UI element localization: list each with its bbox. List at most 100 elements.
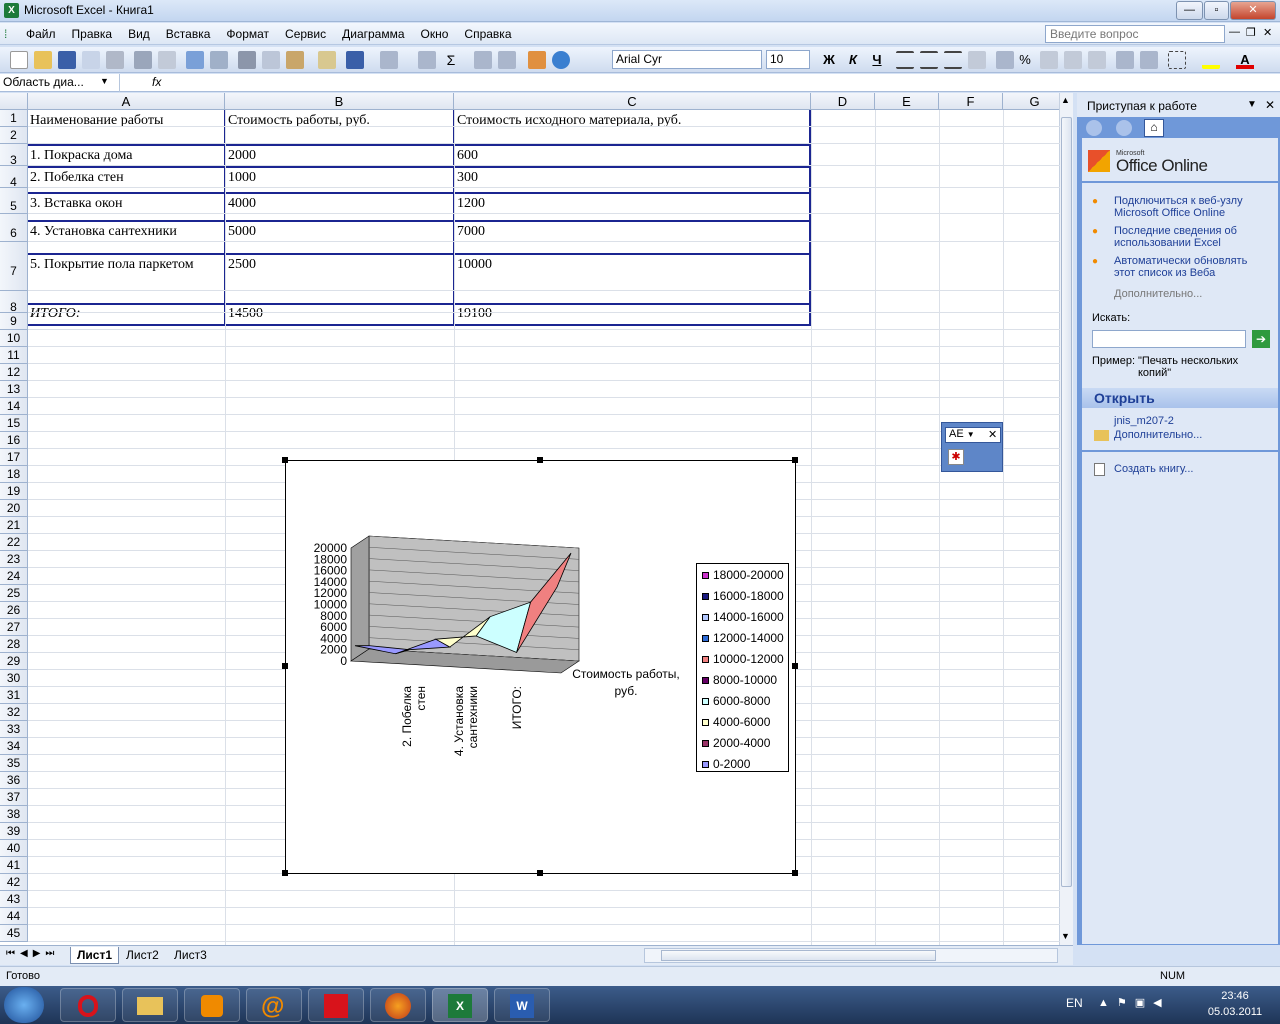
doc-restore-button[interactable]: ❐ bbox=[1246, 26, 1256, 39]
row-header[interactable]: 3 bbox=[0, 144, 28, 167]
menu-tools[interactable]: Сервис bbox=[277, 23, 334, 45]
cell-a5[interactable]: 3. Вставка окон bbox=[28, 196, 224, 212]
mail-taskbar-button[interactable]: @ bbox=[246, 988, 302, 1022]
opera-taskbar-button[interactable] bbox=[60, 988, 116, 1022]
minimize-button[interactable]: — bbox=[1176, 1, 1203, 20]
align-left-icon[interactable] bbox=[896, 51, 914, 69]
cut-icon[interactable] bbox=[238, 51, 256, 69]
row-header[interactable]: 5 bbox=[0, 188, 28, 214]
cell-c6[interactable]: 7000 bbox=[455, 224, 810, 240]
font-color-icon[interactable]: A bbox=[1236, 51, 1254, 69]
horizontal-scroll-thumb[interactable] bbox=[661, 950, 936, 961]
currency-icon[interactable] bbox=[996, 51, 1014, 69]
cell-b8[interactable]: 14500 bbox=[226, 306, 454, 322]
task-pane-dropdown-icon[interactable]: ▼ bbox=[1247, 99, 1257, 110]
bold-button[interactable]: Ж bbox=[820, 51, 838, 69]
undo-icon[interactable] bbox=[346, 51, 364, 69]
permission-icon[interactable] bbox=[82, 51, 100, 69]
create-book-link[interactable]: Создать книгу... bbox=[1114, 463, 1193, 475]
row-header[interactable]: 28 bbox=[0, 636, 28, 653]
explorer-taskbar-button[interactable] bbox=[122, 988, 178, 1022]
firefox-taskbar-button[interactable] bbox=[370, 988, 426, 1022]
row-header[interactable]: 15 bbox=[0, 415, 28, 432]
row-header[interactable]: 20 bbox=[0, 500, 28, 517]
merge-center-icon[interactable] bbox=[968, 51, 986, 69]
cell-a8[interactable]: ИТОГО: bbox=[28, 306, 224, 322]
row-header[interactable]: 4 bbox=[0, 166, 28, 189]
link-auto-update[interactable]: Автоматически обновлять этот список из В… bbox=[1114, 255, 1264, 279]
insert-function-icon[interactable]: fx bbox=[152, 74, 172, 92]
row-header[interactable]: 42 bbox=[0, 874, 28, 891]
chart-handle[interactable] bbox=[282, 870, 288, 876]
cell-c8[interactable]: 19100 bbox=[455, 306, 810, 322]
redo-icon[interactable] bbox=[380, 51, 398, 69]
increase-decimal-icon[interactable] bbox=[1064, 51, 1082, 69]
back-icon[interactable] bbox=[1086, 120, 1102, 136]
increase-indent-icon[interactable] bbox=[1140, 51, 1158, 69]
row-header[interactable]: 22 bbox=[0, 534, 28, 551]
row-header[interactable]: 35 bbox=[0, 755, 28, 772]
row-header[interactable]: 11 bbox=[0, 347, 28, 364]
format-painter-icon[interactable] bbox=[318, 51, 336, 69]
link-connect[interactable]: Подключиться к веб-узлу Microsoft Office… bbox=[1114, 195, 1264, 219]
recent-file-link[interactable]: jnis_m207-2 bbox=[1114, 415, 1174, 427]
row-header[interactable]: 44 bbox=[0, 908, 28, 925]
horizontal-scrollbar[interactable] bbox=[644, 948, 1058, 963]
vertical-scrollbar[interactable]: ▲ ▼ bbox=[1059, 93, 1073, 945]
acrobat-taskbar-button[interactable] bbox=[308, 988, 364, 1022]
cell-c7[interactable]: 10000 bbox=[455, 257, 810, 273]
cell-a6[interactable]: 4. Установка сантехники bbox=[28, 224, 224, 240]
column-header-g[interactable]: G bbox=[1003, 93, 1067, 110]
font-name-select[interactable]: Arial Cyr bbox=[612, 50, 762, 69]
open-icon[interactable] bbox=[34, 51, 52, 69]
close-window-button[interactable]: ✕ bbox=[1230, 1, 1276, 20]
sort-ascending-icon[interactable] bbox=[474, 51, 492, 69]
chart-legend[interactable]: 18000-20000 16000-18000 14000-16000 12000-1… bbox=[696, 563, 789, 772]
word-taskbar-button[interactable]: W bbox=[494, 988, 550, 1022]
more-link[interactable]: Дополнительно... bbox=[1114, 288, 1202, 300]
row-header[interactable]: 27 bbox=[0, 619, 28, 636]
row-header[interactable]: 31 bbox=[0, 687, 28, 704]
row-header[interactable]: 23 bbox=[0, 551, 28, 568]
tab-sheet1[interactable]: Лист1 bbox=[70, 947, 120, 964]
align-center-icon[interactable] bbox=[920, 51, 938, 69]
row-header[interactable]: 33 bbox=[0, 721, 28, 738]
help-search-input[interactable]: Введите вопрос bbox=[1045, 25, 1225, 43]
row-header[interactable]: 32 bbox=[0, 704, 28, 721]
chart-handle[interactable] bbox=[792, 870, 798, 876]
menu-file[interactable]: Файл bbox=[18, 23, 64, 45]
forward-icon[interactable] bbox=[1116, 120, 1132, 136]
autosum-icon[interactable]: Σ bbox=[442, 51, 460, 69]
print-icon[interactable] bbox=[134, 51, 152, 69]
column-header-c[interactable]: C bbox=[454, 93, 811, 110]
row-header[interactable]: 1 bbox=[0, 110, 28, 127]
task-pane-close-icon[interactable]: ✕ bbox=[1265, 98, 1275, 112]
tab-sheet2[interactable]: Лист2 bbox=[120, 947, 165, 964]
chart-handle[interactable] bbox=[537, 457, 543, 463]
row-header[interactable]: 2 bbox=[0, 127, 28, 144]
chart-handle[interactable] bbox=[792, 663, 798, 669]
row-header[interactable]: 10 bbox=[0, 330, 28, 347]
row-header[interactable]: 19 bbox=[0, 483, 28, 500]
paste-icon[interactable] bbox=[286, 51, 304, 69]
row-header[interactable]: 6 bbox=[0, 214, 28, 242]
select-all-corner[interactable] bbox=[0, 93, 28, 110]
menu-chart[interactable]: Диаграмма bbox=[334, 23, 412, 45]
menu-format[interactable]: Формат bbox=[218, 23, 277, 45]
row-header[interactable]: 16 bbox=[0, 432, 28, 449]
font-size-select[interactable]: 10 bbox=[766, 50, 810, 69]
cell-b7[interactable]: 2500 bbox=[226, 257, 454, 273]
row-header[interactable]: 24 bbox=[0, 568, 28, 585]
save-icon[interactable] bbox=[58, 51, 76, 69]
hyperlink-icon[interactable] bbox=[418, 51, 436, 69]
spelling-icon[interactable] bbox=[186, 51, 204, 69]
menu-help[interactable]: Справка bbox=[456, 23, 519, 45]
italic-button[interactable]: К bbox=[844, 51, 862, 69]
column-header-f[interactable]: F bbox=[939, 93, 1003, 110]
column-header-b[interactable]: B bbox=[225, 93, 454, 110]
email-icon[interactable] bbox=[106, 51, 124, 69]
row-header[interactable]: 8 bbox=[0, 291, 28, 314]
align-right-icon[interactable] bbox=[944, 51, 962, 69]
chart-handle[interactable] bbox=[282, 457, 288, 463]
cell-b3[interactable]: 2000 bbox=[226, 148, 454, 164]
